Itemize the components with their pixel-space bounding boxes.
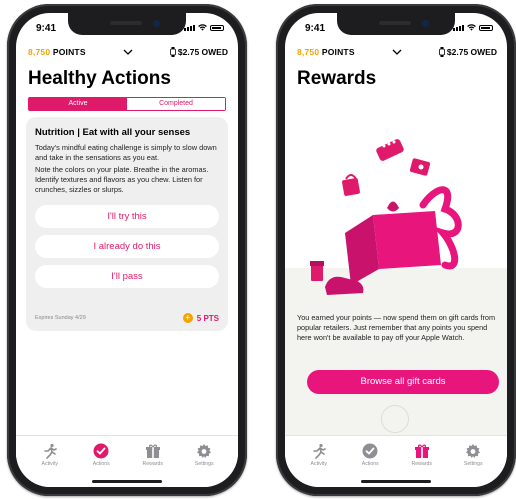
rewards-description: You earned your points — now spend them …: [297, 313, 496, 342]
points-balance[interactable]: 8,750 POINTS: [297, 47, 355, 57]
status-time: 9:41: [305, 23, 326, 34]
status-time: 9:41: [36, 23, 57, 34]
notch: [337, 13, 455, 35]
browse-gift-cards-button[interactable]: Browse all gift cards: [307, 370, 499, 394]
watch-icon: [439, 47, 445, 57]
tab-activity[interactable]: Activity: [24, 436, 76, 487]
signal-icon: [184, 25, 195, 31]
owed-balance: $2.75 OWED: [439, 47, 497, 57]
scroll-indicator-bubble: [381, 405, 409, 433]
gift-box-illustration-icon: [310, 139, 462, 295]
card-title: Nutrition | Eat with all your senses: [35, 127, 191, 138]
page-title: Rewards: [297, 68, 377, 89]
card-footer: Expires Sunday 4/29 +5 PTS: [35, 313, 219, 323]
battery-icon: [210, 25, 224, 31]
notch: [68, 13, 186, 35]
gear-icon: [466, 444, 481, 458]
points-header: 8,750 POINTS $2.75 OWED: [28, 45, 228, 59]
gift-icon: [414, 444, 429, 458]
page-title: Healthy Actions: [28, 68, 171, 89]
runner-icon: [312, 443, 326, 459]
expires-label: Expires Sunday 4/29: [35, 315, 86, 321]
points-balance[interactable]: 8,750 POINTS: [28, 47, 86, 57]
gear-icon: [197, 444, 212, 458]
card-instructions: Note the colors on your plate. Breathe i…: [35, 165, 209, 194]
pass-button[interactable]: I'll pass: [35, 265, 219, 288]
wifi-icon: [198, 24, 207, 31]
segmented-control: Active Completed: [28, 97, 226, 111]
home-indicator: [361, 480, 431, 483]
already-do-this-button[interactable]: I already do this: [35, 235, 219, 258]
screen-healthy-actions: 9:41 8,750 POINTS $2.75 OWED Healthy Act…: [16, 13, 238, 487]
tab-activity[interactable]: Activity: [293, 436, 345, 487]
check-circle-icon: [362, 443, 378, 459]
chevron-down-icon[interactable]: [123, 48, 133, 56]
runner-icon: [43, 443, 57, 459]
gift-icon: [145, 444, 160, 458]
watch-icon: [170, 47, 176, 57]
chevron-down-icon[interactable]: [392, 48, 402, 56]
check-circle-icon: [93, 443, 109, 459]
points-reward: +5 PTS: [182, 313, 219, 323]
tab-completed[interactable]: Completed: [127, 98, 225, 110]
phone-healthy-actions: 9:41 8,750 POINTS $2.75 OWED Healthy Act…: [7, 4, 247, 496]
tab-settings[interactable]: Settings: [179, 436, 231, 487]
points-header: 8,750 POINTS $2.75 OWED: [297, 45, 497, 59]
signal-icon: [453, 25, 464, 31]
home-indicator: [92, 480, 162, 483]
try-this-button[interactable]: I'll try this: [35, 205, 219, 228]
challenge-card: Nutrition | Eat with all your senses Tod…: [26, 117, 228, 331]
owed-balance: $2.75 OWED: [170, 47, 228, 57]
tab-active[interactable]: Active: [29, 98, 127, 110]
wifi-icon: [467, 24, 476, 31]
card-description: Today's mindful eating challenge is simp…: [35, 143, 217, 162]
phone-rewards: 9:41 8,750 POINTS $2.75 OWED Rewards You…: [276, 4, 516, 496]
screen-rewards: 9:41 8,750 POINTS $2.75 OWED Rewards You…: [285, 13, 507, 487]
battery-icon: [479, 25, 493, 31]
plus-coin-icon: +: [182, 313, 193, 323]
tab-settings[interactable]: Settings: [448, 436, 500, 487]
